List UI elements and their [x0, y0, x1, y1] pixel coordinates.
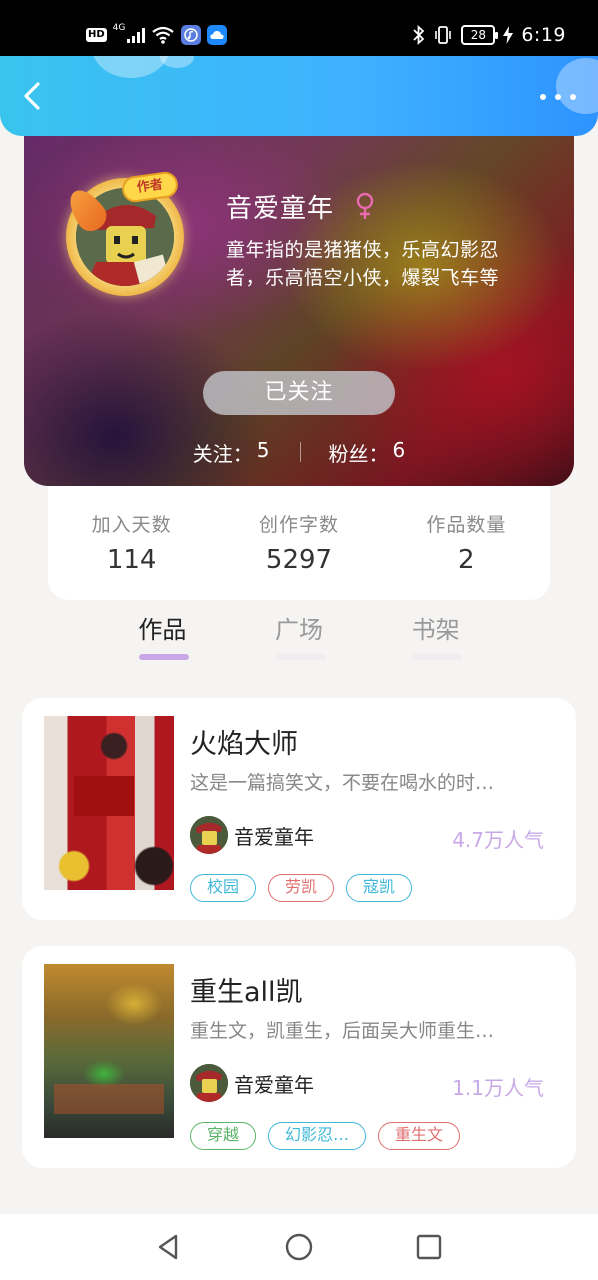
vibrate-icon: [435, 26, 452, 44]
author-name: 音爱童年: [234, 824, 314, 849]
followers-value: 6: [392, 437, 406, 462]
home-circle-icon[interactable]: [284, 1232, 314, 1262]
followers-count[interactable]: 粉丝： 6: [329, 438, 406, 467]
book-author[interactable]: 音爱童年: [190, 1064, 314, 1102]
stat-label: 作品数量: [426, 514, 507, 536]
author-avatar: [190, 1064, 228, 1102]
followers-label: 粉丝：: [328, 441, 389, 466]
book-tags: 穿越 幻影忍… 重生文: [190, 1122, 461, 1150]
cloud-app-icon: [207, 25, 228, 45]
following-button[interactable]: 已关注: [203, 371, 395, 415]
popularity-count: 4.7万人气: [452, 828, 544, 852]
book-tag[interactable]: 重生文: [378, 1122, 461, 1150]
tab-label: 书架: [411, 616, 460, 644]
status-time: 6:19: [521, 24, 566, 46]
tab-label: 广场: [275, 616, 323, 644]
stat-join-days: 加入天数 114: [48, 510, 215, 575]
music-app-icon: [181, 25, 202, 45]
charging-icon: [503, 26, 514, 44]
decor-bubble: [160, 56, 194, 68]
wifi-icon: [152, 26, 175, 44]
book-cover-image: [44, 964, 174, 1138]
book-title: 重生all凯: [190, 977, 303, 1008]
profile-header: 作者 音爱童年 童年指的是猪猪侠，乐高幻影忍者，乐高悟空小侠，爆裂飞车等 已关注…: [24, 116, 574, 486]
book-title: 火焰大师: [190, 729, 298, 760]
stat-label: 创作字数: [258, 514, 339, 536]
stat-label: 加入天数: [91, 514, 172, 536]
female-gender-icon: [356, 192, 374, 219]
following-label: 关注：: [192, 441, 253, 466]
tab-indicator: [412, 654, 463, 660]
stats-row: 加入天数 114 创作字数 5297 作品数量 2: [48, 510, 550, 575]
tab-indicator: [139, 654, 189, 660]
tab-indicator: [275, 654, 326, 660]
tab-bookshelf[interactable]: 书架: [367, 610, 504, 666]
book-author[interactable]: 音爱童年: [190, 816, 314, 854]
system-nav-bar: [0, 1214, 598, 1280]
author-name: 音爱童年: [234, 1072, 314, 1097]
tab-works[interactable]: 作品: [94, 610, 231, 666]
following-count[interactable]: 关注： 5: [193, 438, 270, 467]
battery-icon: 28: [461, 25, 499, 45]
network-type-label: 4G: [112, 23, 126, 33]
decor-bubble: [556, 58, 598, 114]
top-nav-bar: [0, 56, 598, 136]
stat-value: 5297: [265, 545, 333, 575]
follow-counts: 关注： 5 粉丝： 6: [24, 438, 574, 466]
hd-badge: HD: [86, 28, 107, 42]
book-cover-image: [44, 716, 174, 890]
tab-square[interactable]: 广场: [231, 610, 368, 666]
following-value: 5: [256, 437, 270, 462]
profile-bio: 童年指的是猪猪侠，乐高幻影忍者，乐高悟空小侠，爆裂飞车等: [226, 239, 500, 289]
popularity-count: 1.1万人气: [452, 1076, 544, 1100]
signal-icon: [127, 27, 146, 43]
status-bar: HD 4G 28 6:19: [0, 0, 598, 56]
book-tag[interactable]: 劳凯: [268, 874, 335, 902]
status-left-icons: HD 4G: [86, 22, 228, 48]
profile-name: 音爱童年: [226, 194, 335, 224]
bluetooth-icon: [413, 25, 425, 45]
more-dots-icon[interactable]: [540, 90, 576, 104]
stat-works-count: 作品数量 2: [383, 510, 550, 575]
recents-square-icon[interactable]: [414, 1232, 444, 1262]
book-card[interactable]: 火焰大师 这是一篇搞笑文，不要在喝水的时… 音爱童年 4.7万人气 校园 劳凯 …: [22, 698, 576, 920]
tab-label: 作品: [138, 616, 187, 644]
stat-word-count: 创作字数 5297: [215, 510, 382, 575]
stat-value: 114: [106, 545, 157, 575]
book-description: 重生文，凯重生，后面吴大师重生…: [190, 1020, 495, 1042]
book-tag[interactable]: 寇凯: [346, 874, 413, 902]
content-tabs: 作品 广场 书架: [94, 610, 504, 666]
back-chevron-icon[interactable]: [18, 80, 50, 112]
book-description: 这是一篇搞笑文，不要在喝水的时…: [190, 772, 495, 794]
stat-value: 2: [458, 545, 475, 575]
divider: [299, 442, 301, 462]
back-triangle-icon[interactable]: [154, 1232, 184, 1262]
book-tag[interactable]: 校园: [190, 874, 257, 902]
status-right-icons: 28 6:19: [413, 22, 566, 48]
author-avatar: [190, 816, 228, 854]
book-tag[interactable]: 幻影忍…: [268, 1122, 367, 1150]
stats-card: 加入天数 114 创作字数 5297 作品数量 2: [48, 470, 550, 600]
book-tag[interactable]: 穿越: [190, 1122, 257, 1150]
book-tags: 校园 劳凯 寇凯: [190, 874, 413, 902]
decor-bubble: [92, 56, 170, 78]
book-card[interactable]: 重生all凯 重生文，凯重生，后面吴大师重生… 音爱童年 1.1万人气 穿越 幻…: [22, 946, 576, 1168]
